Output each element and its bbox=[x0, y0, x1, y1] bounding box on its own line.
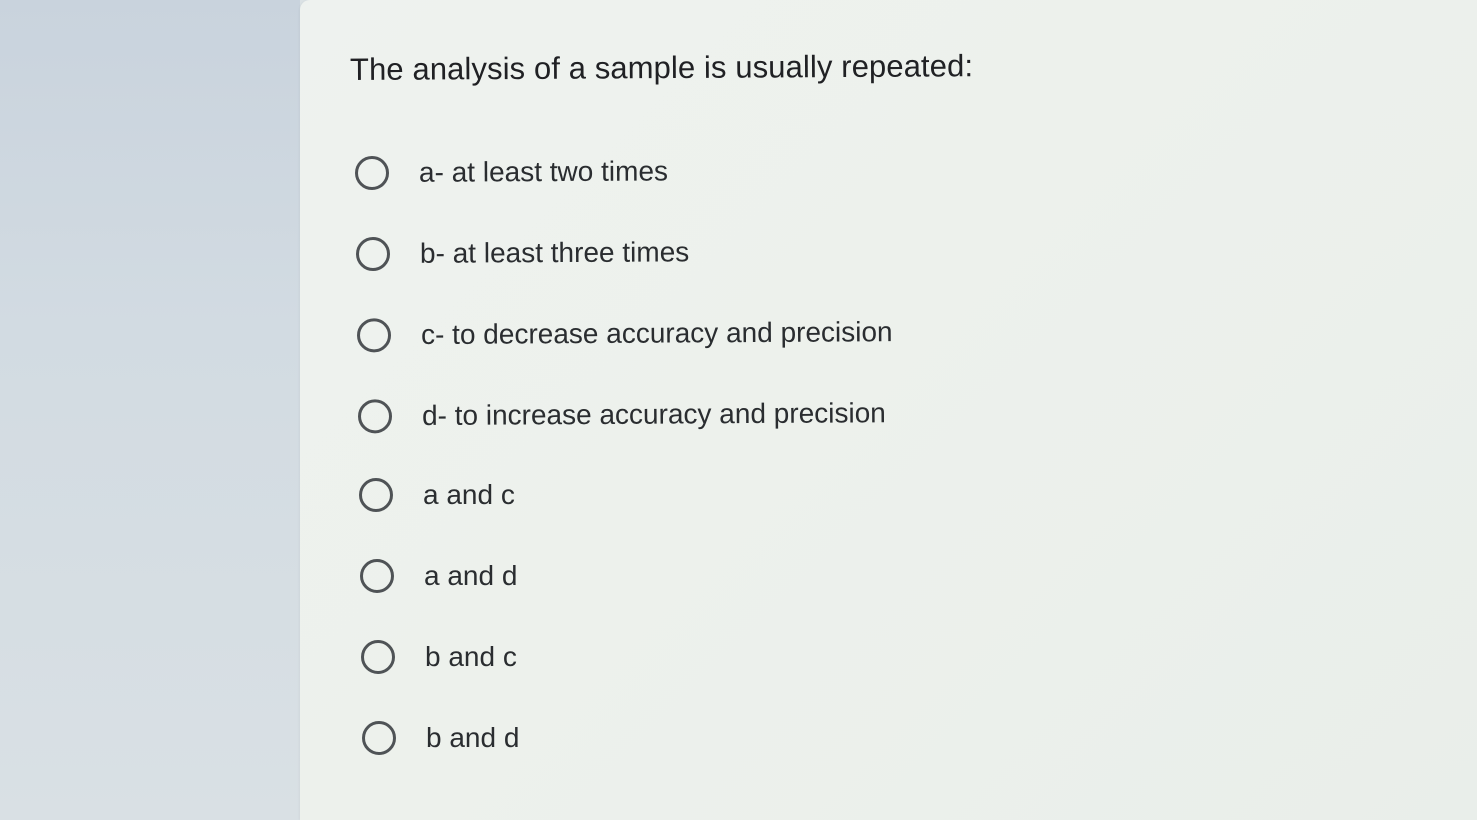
radio-unchecked-icon[interactable] bbox=[360, 558, 394, 593]
radio-unchecked-icon[interactable] bbox=[354, 155, 390, 190]
option-label: b and d bbox=[426, 721, 520, 753]
option-label: a and c bbox=[423, 478, 515, 510]
option-label: d- to increase accuracy and precision bbox=[421, 396, 886, 431]
radio-unchecked-icon[interactable] bbox=[359, 477, 393, 512]
radio-unchecked-icon[interactable] bbox=[355, 236, 391, 271]
answer-option-b-and-c[interactable]: b and c bbox=[361, 616, 1161, 697]
option-label: a- at least two times bbox=[418, 154, 669, 188]
answer-options: a- at least two times b- at least three … bbox=[354, 128, 1158, 778]
question-title: The analysis of a sample is usually repe… bbox=[349, 48, 974, 87]
radio-unchecked-icon[interactable] bbox=[357, 398, 393, 433]
answer-option-b[interactable]: b- at least three times bbox=[355, 209, 1156, 294]
answer-option-b-and-d[interactable]: b and d bbox=[362, 697, 1162, 778]
answer-option-a-and-c[interactable]: a and c bbox=[359, 454, 1159, 535]
answer-option-d[interactable]: d- to increase accuracy and precision bbox=[357, 371, 1158, 457]
page-background bbox=[0, 0, 300, 820]
option-label: a and d bbox=[424, 559, 518, 591]
radio-unchecked-icon[interactable] bbox=[356, 317, 392, 352]
option-label: b and c bbox=[425, 640, 517, 672]
option-label: b- at least three times bbox=[419, 235, 690, 269]
answer-option-c[interactable]: c- to decrease accuracy and precision bbox=[356, 290, 1157, 376]
option-label: c- to decrease accuracy and precision bbox=[420, 315, 893, 350]
answer-option-a-and-d[interactable]: a and d bbox=[360, 535, 1160, 616]
radio-unchecked-icon[interactable] bbox=[361, 639, 395, 674]
question-card: The analysis of a sample is usually repe… bbox=[300, 0, 1477, 820]
answer-option-a[interactable]: a- at least two times bbox=[354, 128, 1155, 213]
radio-unchecked-icon[interactable] bbox=[362, 720, 396, 755]
